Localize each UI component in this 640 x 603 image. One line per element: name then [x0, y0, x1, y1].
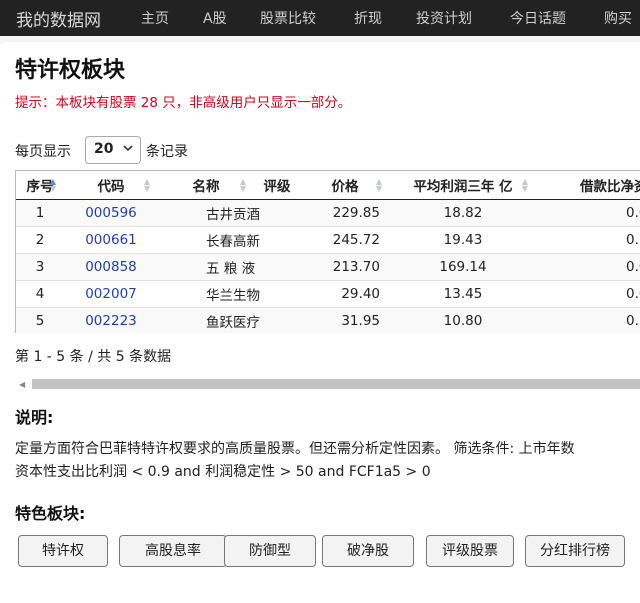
cell-name: 古井贡酒 — [206, 206, 260, 223]
feature-button-dividend-ranking[interactable]: 分红排行榜 — [525, 535, 625, 567]
cell-code-link[interactable]: 002007 — [64, 280, 158, 307]
cell-avg-profit: 19.43 — [443, 231, 483, 248]
stock-table: 序号▲▼ 代码▲▼ 名称▲▼ 评级 价格▲▼ 平均利润三年 亿▲▼ 借款比净资 … — [16, 171, 640, 333]
sort-icon: ▲ ▼ — [239, 177, 246, 193]
horizontal-scrollbar[interactable]: ◀ — [15, 378, 640, 390]
cell-price: 31.95 — [341, 312, 380, 329]
top-navbar: 我的数据网 主页 A股 股票比较 折现 投资计划 今日话题 购买 — [0, 0, 640, 36]
page-size-value: 20 — [94, 141, 114, 157]
cell-price: 229.85 — [332, 204, 380, 221]
cell-debt-ratio: 0.00 — [626, 258, 640, 275]
col-header-avg-profit[interactable]: 平均利润三年 亿 ▲ ▼ — [390, 171, 536, 200]
cell-avg-profit: 18.82 — [443, 204, 483, 221]
cell-debt-ratio: 0.01 — [626, 204, 640, 221]
cell-index: 5 — [35, 312, 45, 329]
cell-index: 2 — [35, 231, 45, 248]
col-header-price[interactable]: 价格 ▲ ▼ — [300, 171, 390, 200]
page-size-select[interactable]: 20 — [85, 136, 141, 164]
sort-icon: ▲ ▼ — [143, 177, 150, 193]
features-heading: 特色板块: — [15, 504, 86, 523]
description-line: 资本性支出比利润 < 0.9 and 利润稳定性 > 50 and FCF1a5… — [15, 464, 431, 480]
brand-logo[interactable]: 我的数据网 — [16, 6, 101, 31]
nav-home[interactable]: 主页 — [141, 8, 169, 28]
cell-code-link[interactable]: 000661 — [64, 226, 158, 253]
cell-code-link[interactable]: 000596 — [64, 199, 158, 226]
feature-button-high-dividend[interactable]: 高股息率 — [119, 535, 227, 567]
chevron-down-icon — [123, 145, 133, 152]
col-header-index[interactable]: 序号 ▲ ▼ — [16, 171, 64, 200]
cell-name: 五 粮 液 — [206, 260, 256, 277]
col-header-debt-ratio[interactable]: 借款比净资 — [536, 171, 640, 200]
scroll-left-icon[interactable]: ◀ — [19, 380, 25, 389]
cell-rating — [254, 280, 300, 307]
cell-rating — [254, 226, 300, 253]
page-size-prefix: 每页显示 — [15, 144, 71, 160]
description-heading: 说明: — [15, 408, 54, 427]
scrollbar-thumb[interactable] — [32, 379, 640, 389]
cell-avg-profit: 10.80 — [443, 312, 483, 329]
notice-text: 提示：本板块有股票 28 只，非高级用户只显示一部分。 — [15, 95, 352, 111]
sort-icon: ▲ ▼ — [49, 177, 56, 193]
cell-rating — [254, 199, 300, 226]
cell-price: 245.72 — [332, 231, 380, 248]
description-line: 定量方面符合巴菲特特许权要求的高质量股票。但还需分析定性因素。 筛选条件: 上市… — [15, 441, 575, 457]
description-text: 定量方面符合巴菲特特许权要求的高质量股票。但还需分析定性因素。 筛选条件: 上市… — [15, 438, 575, 484]
cell-debt-ratio: 0.19 — [626, 312, 640, 329]
sort-icon: ▲ ▼ — [521, 177, 528, 193]
cell-debt-ratio: 0.04 — [626, 285, 640, 302]
sort-icon: ▲ ▼ — [375, 177, 382, 193]
feature-button-defensive[interactable]: 防御型 — [224, 535, 316, 567]
cell-rating — [254, 253, 300, 280]
cell-name: 鱼跃医疗 — [206, 314, 260, 331]
cell-rating — [254, 307, 300, 333]
col-header-code[interactable]: 代码 ▲ ▼ — [64, 171, 158, 200]
cell-price: 213.70 — [332, 258, 380, 275]
main-content: 特许权板块 提示：本板块有股票 28 只，非高级用户只显示一部分。 每页显示 2… — [0, 42, 640, 603]
table-row: 1 000596 古井贡酒 229.85 18.82 0.01 — [16, 199, 640, 226]
feature-button-franchise[interactable]: 特许权 — [18, 535, 108, 567]
cell-price: 29.40 — [341, 285, 380, 302]
nav-investment-plan[interactable]: 投资计划 — [416, 8, 472, 28]
nav-purchase[interactable]: 购买 — [604, 8, 632, 28]
stock-table-container[interactable]: 序号▲▼ 代码▲▼ 名称▲▼ 评级 价格▲▼ 平均利润三年 亿▲▼ 借款比净资 … — [15, 170, 640, 333]
table-row: 4 002007 华兰生物 29.40 13.45 0.04 — [16, 280, 640, 307]
cell-index: 1 — [35, 204, 45, 221]
cell-code-link[interactable]: 002223 — [64, 307, 158, 333]
table-row: 3 000858 五 粮 液 213.70 169.14 0.00 — [16, 253, 640, 280]
cell-name: 华兰生物 — [206, 287, 260, 304]
col-header-name[interactable]: 名称 ▲ ▼ — [158, 171, 254, 200]
table-header-row: 序号▲▼ 代码▲▼ 名称▲▼ 评级 价格▲▼ 平均利润三年 亿▲▼ 借款比净资 — [16, 171, 640, 200]
nav-today-topics[interactable]: 今日话题 — [510, 8, 566, 28]
cell-name: 长春高新 — [206, 233, 260, 250]
nav-stock-compare[interactable]: 股票比较 — [260, 8, 316, 28]
nav-a-shares[interactable]: A股 — [203, 8, 227, 28]
col-header-rating[interactable]: 评级 — [254, 171, 300, 200]
page-size-suffix: 条记录 — [146, 144, 188, 160]
table-row: 2 000661 长春高新 245.72 19.43 0.12 — [16, 226, 640, 253]
cell-avg-profit: 13.45 — [443, 285, 483, 302]
table-row: 5 002223 鱼跃医疗 31.95 10.80 0.19 — [16, 307, 640, 333]
feature-button-below-book[interactable]: 破净股 — [322, 535, 414, 567]
cell-index: 4 — [35, 285, 45, 302]
cell-debt-ratio: 0.12 — [626, 231, 640, 248]
nav-discount[interactable]: 折现 — [354, 8, 382, 28]
cell-code-link[interactable]: 000858 — [64, 253, 158, 280]
page-title: 特许权板块 — [15, 58, 126, 83]
table-info: 第 1 - 5 条 / 共 5 条数据 — [15, 349, 172, 365]
cell-index: 3 — [35, 258, 45, 275]
cell-avg-profit: 169.14 — [439, 258, 487, 275]
feature-button-rated-stocks[interactable]: 评级股票 — [426, 535, 514, 567]
